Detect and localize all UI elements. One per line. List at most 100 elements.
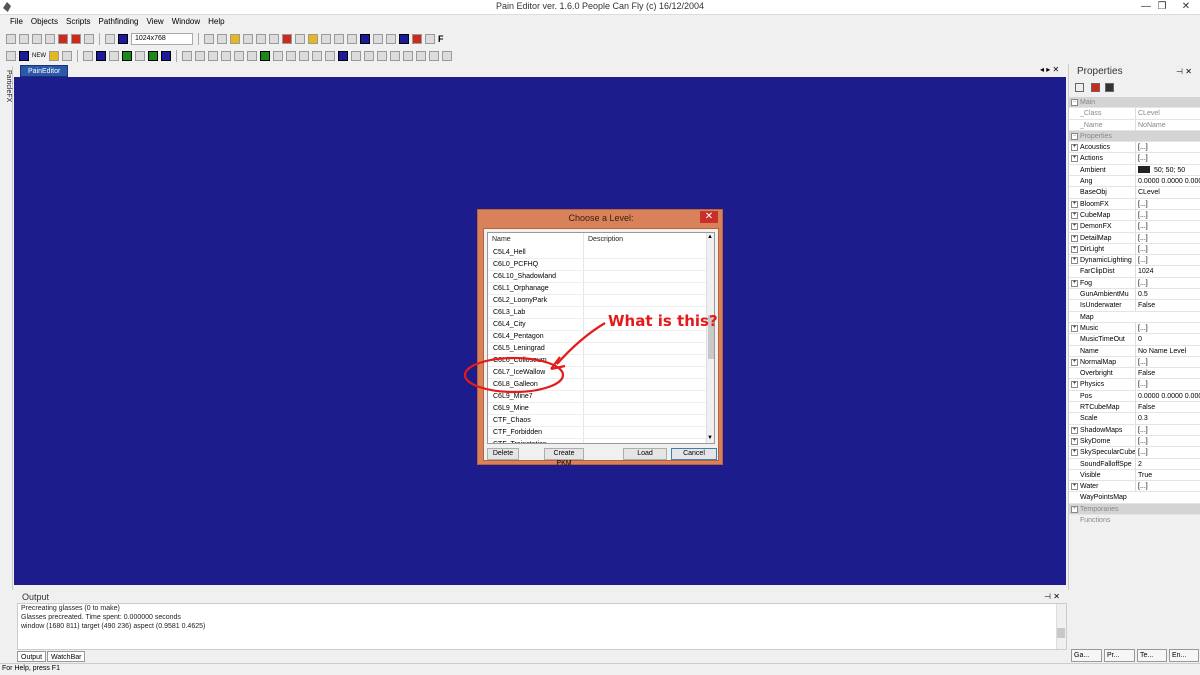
resolution-select[interactable]: 1024x768 xyxy=(131,32,193,45)
play-icon[interactable] xyxy=(321,33,331,44)
monitor-icon[interactable] xyxy=(118,33,128,44)
property-row[interactable]: GunAmbientMu 0.5 xyxy=(1069,289,1200,301)
grid-icon[interactable] xyxy=(6,50,16,61)
scroll-up-icon[interactable]: ▲ xyxy=(707,234,713,240)
property-value[interactable]: [...] xyxy=(1135,243,1200,255)
scissors-icon[interactable] xyxy=(351,50,361,61)
scale-icon[interactable] xyxy=(208,50,218,61)
level-list-item[interactable]: C6L6_Colloseum xyxy=(488,355,708,367)
property-row[interactable]: + ShadowMaps [...] xyxy=(1069,424,1200,436)
tab-properties[interactable]: Pr... xyxy=(1104,649,1135,662)
expand-icon[interactable]: + xyxy=(1071,144,1078,152)
level-list-item[interactable]: C6L5_Leningrad xyxy=(488,343,708,355)
wrench-icon[interactable] xyxy=(217,33,227,44)
property-value[interactable]: CLevel xyxy=(1135,187,1200,199)
gear-icon[interactable] xyxy=(243,33,253,44)
output-scrollbar-thumb[interactable] xyxy=(1057,628,1065,638)
property-value[interactable]: [...] xyxy=(1135,481,1200,493)
expand-icon[interactable]: + xyxy=(1071,279,1078,287)
record-icon[interactable] xyxy=(282,33,292,44)
property-row[interactable]: + Music [...] xyxy=(1069,322,1200,335)
property-value[interactable]: [...] xyxy=(1135,198,1200,210)
level-list-item[interactable]: C6L10_Shadowland xyxy=(488,271,708,283)
level-list-item[interactable]: C6L8_Galleon xyxy=(488,379,708,391)
open-icon[interactable] xyxy=(19,33,29,44)
delete-button[interactable]: Delete xyxy=(487,448,519,460)
property-value[interactable]: [...] xyxy=(1135,447,1200,459)
property-value[interactable]: [...] xyxy=(1135,277,1200,289)
property-value[interactable]: 0.0000 0.0000 0.000 xyxy=(1135,176,1200,188)
undo-icon[interactable] xyxy=(364,50,374,61)
pause-icon[interactable] xyxy=(334,33,344,44)
property-row[interactable]: FarClipDist 1024 xyxy=(1069,266,1200,278)
property-row[interactable]: WayPointsMap xyxy=(1069,492,1200,504)
tab-watchbar[interactable]: WatchBar xyxy=(47,651,86,662)
frame-icon[interactable] xyxy=(161,50,171,61)
measure-icon[interactable] xyxy=(299,50,309,61)
property-value[interactable]: False xyxy=(1135,402,1200,414)
property-value[interactable]: True xyxy=(1135,469,1200,481)
property-value[interactable]: [...] xyxy=(1135,209,1200,221)
floppy-icon[interactable] xyxy=(84,33,94,44)
property-row[interactable]: + DynamicLighting [...] xyxy=(1069,255,1200,267)
properties-refresh-icon[interactable] xyxy=(1075,83,1084,92)
tab-templates[interactable]: Te... xyxy=(1137,649,1167,662)
tab-paineditor[interactable]: PainEditor xyxy=(20,65,69,77)
category-main[interactable]: − Main xyxy=(1069,97,1200,109)
level-list-item[interactable]: CTF_Chaos xyxy=(488,415,708,427)
menu-file[interactable]: File xyxy=(6,15,27,29)
extra-icon[interactable] xyxy=(442,50,452,61)
select-icon[interactable] xyxy=(182,50,192,61)
property-value[interactable]: [...] xyxy=(1135,424,1200,436)
output-scrollbar[interactable] xyxy=(1056,604,1066,649)
level-list-item[interactable]: CTF_Forbidden xyxy=(488,427,708,439)
property-row[interactable]: + NormalMap [...] xyxy=(1069,356,1200,369)
copy-icon[interactable] xyxy=(338,50,348,61)
dialog-close-button[interactable]: ✕ xyxy=(700,211,718,223)
box-icon[interactable] xyxy=(148,50,158,61)
sound-icon[interactable] xyxy=(256,33,266,44)
property-value[interactable]: [...] xyxy=(1135,255,1200,267)
properties-save-icon[interactable] xyxy=(1105,83,1114,92)
bracket-icon[interactable] xyxy=(312,50,322,61)
tab-game[interactable]: Ga... xyxy=(1071,649,1102,662)
property-row[interactable]: + SkySpecularCube [...] xyxy=(1069,447,1200,459)
property-row[interactable]: + SkyDome [...] xyxy=(1069,435,1200,448)
output-pin-close-icon[interactable]: ⊣ ✕ xyxy=(1044,592,1060,601)
cancel-button[interactable]: Cancel xyxy=(671,448,717,460)
expand-icon[interactable]: + xyxy=(1071,449,1078,457)
save-level-icon[interactable] xyxy=(62,50,72,61)
property-grid[interactable]: − Main _Class CLevel _Name NoName − Properti… xyxy=(1069,97,1200,527)
property-row[interactable]: + Fog [...] xyxy=(1069,277,1200,290)
sel2-icon[interactable] xyxy=(286,50,296,61)
create-pkm-button[interactable]: Create PKM xyxy=(544,448,584,467)
particle-icon[interactable] xyxy=(269,33,279,44)
maximize-button[interactable]: ❐ xyxy=(1152,0,1172,14)
category-functions[interactable]: Functions xyxy=(1069,514,1200,527)
property-row[interactable]: Scale 0.3 xyxy=(1069,413,1200,425)
level-list-item[interactable]: C5L4_Hell xyxy=(488,247,708,259)
property-value[interactable]: No Name Level xyxy=(1135,345,1200,357)
expand-icon[interactable]: + xyxy=(1071,324,1078,332)
property-row[interactable]: RTCubeMap False xyxy=(1069,402,1200,414)
property-row[interactable]: + DirLight [...] xyxy=(1069,243,1200,256)
property-row[interactable]: Ambient 50; 50; 50 xyxy=(1069,164,1200,177)
properties-tool-icon[interactable] xyxy=(1091,83,1100,92)
property-value[interactable]: 0.5 xyxy=(1135,289,1200,301)
category-properties[interactable]: − Properties xyxy=(1069,130,1200,143)
menu-pathfinding[interactable]: Pathfinding xyxy=(94,15,142,29)
save-all-icon[interactable] xyxy=(45,33,55,44)
open-level-icon[interactable] xyxy=(49,50,59,61)
level-list-item[interactable]: CTF_Trainstation xyxy=(488,439,708,443)
blue-square-icon[interactable] xyxy=(19,50,29,61)
menu-help[interactable]: Help xyxy=(204,15,228,29)
panel-pin-icon[interactable]: ⊣ ✕ xyxy=(1176,67,1192,76)
menu-view[interactable]: View xyxy=(143,15,168,29)
save-icon[interactable] xyxy=(32,33,42,44)
property-row[interactable]: + CubeMap [...] xyxy=(1069,209,1200,222)
sun-icon[interactable] xyxy=(377,50,387,61)
expand-icon[interactable]: + xyxy=(1071,223,1078,231)
align-icon[interactable] xyxy=(234,50,244,61)
white-square-icon[interactable] xyxy=(135,50,145,61)
pf-icon[interactable] xyxy=(416,50,426,61)
